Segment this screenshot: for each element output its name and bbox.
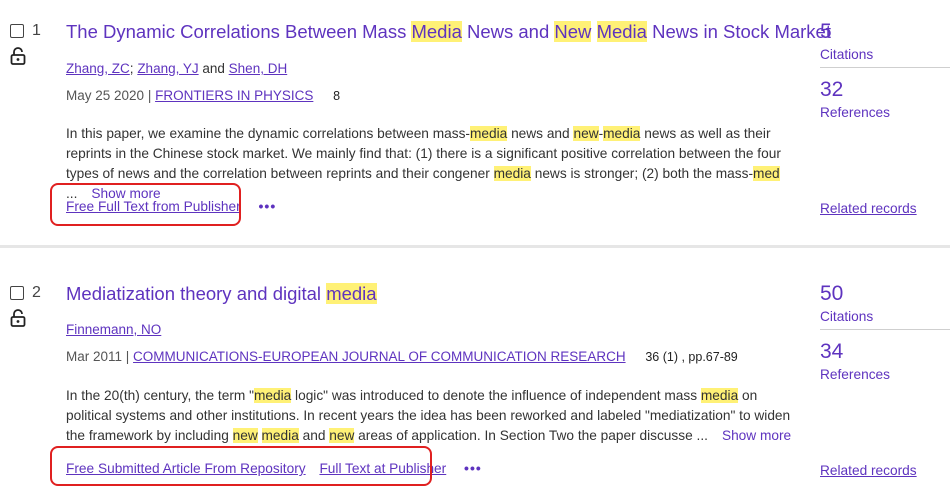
source-info: Mar 2011 | COMMUNICATIONS-EUROPEAN JOURN…	[66, 349, 738, 364]
callout-box	[50, 183, 241, 226]
metric-divider	[820, 329, 950, 330]
callout-box	[50, 446, 432, 486]
related-records-link[interactable]: Related records	[820, 463, 917, 478]
citations-count[interactable]: 5	[820, 20, 832, 44]
references-label: References	[820, 367, 890, 382]
record-title[interactable]: The Dynamic Correlations Between Mass Me…	[66, 21, 831, 43]
source-info: May 25 2020 | FRONTIERS IN PHYSICS 8	[66, 88, 341, 103]
authors: Finnemann, NO	[66, 322, 161, 337]
record-2: 2 Mediatization theory and digital media…	[0, 262, 950, 500]
references-count[interactable]: 32	[820, 78, 843, 102]
journal-link[interactable]: COMMUNICATIONS-EUROPEAN JOURNAL OF COMMU…	[133, 349, 626, 364]
related-records-link[interactable]: Related records	[820, 201, 917, 216]
citations-label: Citations	[820, 47, 874, 62]
author-link[interactable]: Zhang, ZC	[66, 61, 130, 76]
unlocked-padlock-icon	[10, 47, 26, 65]
volume: 8	[333, 89, 341, 103]
more-options-icon[interactable]: •••	[464, 460, 482, 476]
journal-link[interactable]: FRONTIERS IN PHYSICS	[155, 88, 313, 103]
abstract: In the 20(th) century, the term "media l…	[66, 388, 792, 443]
record-title[interactable]: Mediatization theory and digital media	[66, 283, 377, 305]
select-checkbox[interactable]	[10, 24, 24, 38]
volume: 36 (1) , pp.67-89	[645, 350, 738, 364]
record-number: 2	[32, 284, 41, 301]
pub-date: May 25 2020	[66, 88, 145, 103]
pub-date: Mar 2011	[66, 349, 123, 364]
author-link[interactable]: Zhang, YJ	[137, 61, 198, 76]
record-number: 1	[32, 22, 41, 39]
unlocked-padlock-icon	[10, 309, 26, 327]
author-link[interactable]: Finnemann, NO	[66, 322, 161, 337]
metric-divider	[820, 67, 950, 68]
references-count[interactable]: 34	[820, 340, 843, 364]
citations-label: Citations	[820, 309, 874, 324]
record-1: 1 The Dynamic Correlations Between Mass …	[0, 0, 950, 247]
select-checkbox[interactable]	[10, 286, 24, 300]
references-label: References	[820, 105, 890, 120]
more-options-icon[interactable]: •••	[259, 198, 277, 214]
record-divider	[0, 245, 950, 248]
show-more-link[interactable]: Show more	[722, 428, 791, 443]
author-link[interactable]: Shen, DH	[229, 61, 288, 76]
authors: Zhang, ZC; Zhang, YJ and Shen, DH	[66, 61, 288, 76]
citations-count[interactable]: 50	[820, 282, 843, 306]
